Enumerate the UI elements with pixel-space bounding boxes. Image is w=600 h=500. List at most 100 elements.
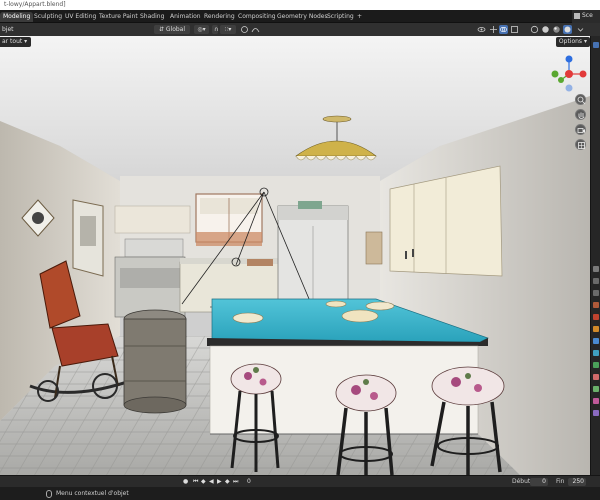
select-all-dropdown[interactable]: ar tout ▾: [0, 37, 32, 47]
scene-tab-icon[interactable]: [593, 302, 599, 308]
object-tab-icon[interactable]: [593, 326, 599, 332]
modifier-tab-icon[interactable]: [593, 338, 599, 344]
end-frame-field[interactable]: 250: [568, 478, 586, 486]
gizmo-z-axis-icon[interactable]: [565, 55, 573, 63]
tab-texture-paint[interactable]: Texture Paint: [96, 12, 141, 22]
tab-label: Sculpting: [34, 13, 63, 20]
tab-uv-editing[interactable]: UV Editing: [62, 12, 99, 22]
output-tab-icon[interactable]: [593, 278, 599, 284]
mouse-right-click-icon: [46, 490, 52, 498]
scene-label: Sce: [582, 12, 593, 19]
constraints-tab-icon[interactable]: [593, 374, 599, 380]
viewport-subheader: ar tout ▾ Options ▾: [0, 36, 590, 48]
orientation-icon: ⇵: [158, 26, 166, 33]
gizmo-x-axis-icon[interactable]: [565, 70, 573, 78]
tab-label: Modeling: [3, 13, 31, 20]
tool-tab-icon[interactable]: [593, 42, 599, 48]
gizmo-x-positive-icon[interactable]: [579, 70, 587, 78]
scene-icon: [574, 13, 580, 19]
tab-label: Shading: [140, 13, 165, 20]
rendered-shading-icon[interactable]: [563, 25, 572, 34]
jump-end-icon[interactable]: ⏭: [233, 478, 238, 486]
snap-chevron: ▾: [228, 26, 232, 33]
tab-rendering[interactable]: Rendering: [201, 12, 238, 22]
data-tab-icon[interactable]: [593, 386, 599, 392]
solid-shading-icon[interactable]: [541, 25, 550, 34]
scene-selector[interactable]: Sce: [572, 10, 600, 23]
jump-keyframe-forward-icon[interactable]: ◆: [225, 478, 230, 486]
perspective-grid-icon[interactable]: [575, 139, 586, 150]
world-tab-icon[interactable]: [593, 314, 599, 320]
window-titlebar: t-lowy/Appart.blend]: [0, 0, 600, 10]
texture-tab-icon[interactable]: [593, 410, 599, 416]
particles-tab-icon[interactable]: [593, 350, 599, 356]
tab-compositing[interactable]: Compositing: [235, 12, 279, 22]
workspace-menubar: Modeling Sculpting UV Editing Texture Pa…: [0, 10, 600, 23]
mode-label: bjet: [2, 26, 14, 33]
tab-modeling[interactable]: Modeling: [0, 12, 34, 22]
material-preview-icon[interactable]: [552, 25, 561, 34]
start-frame-field[interactable]: 0: [530, 478, 548, 486]
add-workspace-button[interactable]: +: [354, 12, 365, 22]
gizmo-y-positive-icon[interactable]: [558, 77, 564, 83]
options-dropdown[interactable]: Options ▾: [555, 37, 590, 47]
keyframe-dot-icon[interactable]: ●: [183, 478, 188, 486]
gizmo-z-negative-icon[interactable]: [565, 84, 573, 92]
xray-toggle-icon[interactable]: [510, 25, 519, 34]
overlays-toggle-icon[interactable]: [499, 25, 508, 34]
snap-toggle[interactable]: ∩: [212, 25, 218, 34]
jump-keyframe-back-icon[interactable]: ◆: [201, 478, 206, 486]
orientation-label: Global: [165, 26, 186, 33]
start-frame-label: Début: [512, 478, 531, 485]
viewport-header: bjet ⇵ Global ◎▾ ∩ ∷▾: [0, 23, 600, 36]
proportional-falloff-icon[interactable]: [251, 25, 260, 34]
window-title: t-lowy/Appart.blend]: [4, 1, 66, 8]
play-reverse-icon[interactable]: ◀: [209, 478, 214, 486]
shading-options-chevron-icon[interactable]: [576, 25, 585, 34]
gizmo-toggle-icon[interactable]: [489, 25, 498, 34]
mode-selector[interactable]: bjet: [0, 25, 14, 34]
magnet-icon: ∩: [214, 26, 219, 33]
render-tab-icon[interactable]: [593, 266, 599, 272]
end-frame-label: Fin: [556, 478, 565, 485]
tab-geometry-nodes[interactable]: Geometry Nodes: [274, 12, 331, 22]
wireframe-shading-icon[interactable]: [530, 25, 539, 34]
tab-label: UV Editing: [65, 13, 97, 20]
current-frame-field[interactable]: 0: [247, 478, 251, 486]
tab-animation[interactable]: Animation: [167, 12, 204, 22]
navigation-gizmo[interactable]: [549, 54, 589, 94]
timeline-bar: ● ⏮ ◆ ◀ ▶ ◆ ⏭ 0 Début 0 Fin 250: [0, 475, 600, 487]
material-tab-icon[interactable]: [593, 398, 599, 404]
zoom-icon[interactable]: [575, 94, 586, 105]
chevron-down-icon: ▾: [24, 38, 28, 45]
gizmo-y-axis-icon[interactable]: [551, 70, 559, 78]
current-frame-value: 0: [247, 478, 251, 485]
rendered-scene: [0, 36, 590, 475]
pan-hand-icon[interactable]: [575, 109, 586, 120]
proportional-edit-icon[interactable]: [240, 25, 249, 34]
physics-tab-icon[interactable]: [593, 362, 599, 368]
status-message: Menu contextuel d'objet: [56, 490, 129, 497]
visibility-icon[interactable]: [477, 25, 486, 34]
tab-label: Scripting: [327, 13, 354, 20]
tab-shading[interactable]: Shading: [137, 12, 167, 22]
tab-label: Rendering: [204, 13, 235, 20]
play-icon[interactable]: ▶: [217, 478, 222, 486]
jump-start-icon[interactable]: ⏮: [193, 478, 198, 486]
options-label: Options: [558, 38, 583, 45]
camera-view-icon[interactable]: [575, 124, 586, 135]
tab-scripting[interactable]: Scripting: [324, 12, 357, 22]
pivot-point-dropdown[interactable]: ◎▾: [194, 25, 209, 34]
status-bar: Menu contextuel d'objet: [0, 487, 600, 500]
tab-label: +: [357, 13, 363, 20]
snap-target-dropdown[interactable]: ∷▾: [220, 25, 236, 34]
transform-orientation-dropdown[interactable]: ⇵ Global: [154, 25, 190, 34]
pivot-chevron: ▾: [202, 26, 206, 33]
tab-label: Geometry Nodes: [277, 13, 328, 20]
tab-sculpting[interactable]: Sculpting: [31, 12, 65, 22]
3d-viewport[interactable]: [0, 36, 590, 475]
chevron-down-icon: ▾: [583, 38, 587, 45]
tab-label: Animation: [170, 13, 201, 20]
select-all-label: ar tout: [2, 38, 23, 45]
view-layer-tab-icon[interactable]: [593, 290, 599, 296]
